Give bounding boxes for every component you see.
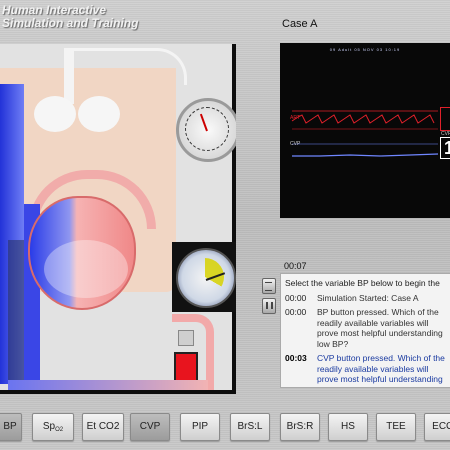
breathing-tube: [74, 48, 187, 85]
hs-button-label: HS: [341, 421, 355, 432]
right-lung[interactable]: [78, 96, 120, 132]
log-entry-text: BP button pressed. Which of the readily …: [317, 307, 443, 349]
app-title: Human Interactive Simulation and Trainin…: [2, 4, 138, 30]
tee-button[interactable]: TEE: [376, 413, 416, 441]
log-entry: 00:00 BP button pressed. Which of the re…: [281, 305, 450, 351]
cvp-button-label: CVP: [139, 421, 161, 432]
brsr-button-label: BrS:R: [286, 421, 314, 432]
brsr-button[interactable]: BrS:R: [280, 413, 320, 441]
bp-button[interactable]: BP: [0, 413, 22, 441]
etco2-button-label: Et CO2: [86, 421, 120, 432]
pip-button-label: PIP: [191, 421, 209, 432]
systemic-circulation: [8, 380, 208, 390]
log-entry-highlighted: 00:03 CVP button pressed. Which of the r…: [281, 351, 450, 387]
cvp-label: CVP: [290, 141, 301, 147]
left-lung[interactable]: [34, 96, 76, 132]
tee-button-label: TEE: [386, 421, 406, 432]
case-title: Case A: [282, 18, 318, 30]
spo2-button-sub: O2: [55, 427, 64, 433]
simulation-panel: [0, 44, 236, 394]
ecg-button-label: ECG: [432, 421, 450, 432]
volume-gauge-icon[interactable]: [176, 248, 236, 308]
cvp-value: 13: [444, 138, 450, 158]
brsl-button[interactable]: BrS:L: [230, 413, 270, 441]
pressure-gauge-icon[interactable]: [176, 98, 236, 162]
pause-icon[interactable]: [262, 298, 276, 314]
log-intro: Select the variable BP below to begin th…: [285, 278, 440, 288]
art-value-box: [440, 107, 450, 131]
trachea: [64, 48, 74, 104]
cvp-button[interactable]: CVP: [130, 413, 170, 441]
log-entry-time: 00:00: [285, 307, 307, 317]
log-entry-time: 00:03: [285, 353, 307, 363]
elapsed-time: 00:07: [284, 261, 307, 271]
pip-button[interactable]: PIP: [180, 413, 220, 441]
log-entry-time: 00:00: [285, 292, 307, 303]
spo2-button[interactable]: SpO2: [32, 413, 74, 441]
event-log[interactable]: Select the variable BP below to begin th…: [280, 273, 450, 388]
art-waveform: [291, 114, 435, 124]
ecg-button[interactable]: ECG: [424, 413, 450, 441]
spo2-button-label: Sp: [42, 421, 56, 432]
cvp-waveform: [292, 153, 439, 157]
etco2-button[interactable]: Et CO2: [82, 413, 124, 441]
hs-button[interactable]: HS: [328, 413, 368, 441]
log-entry-text: CVP button pressed. Which of the readily…: [317, 353, 445, 387]
log-entry: 00:00 Simulation Started: Case A: [281, 291, 450, 306]
heart-highlight: [44, 240, 128, 298]
notes-icon[interactable]: [262, 278, 276, 294]
art-label: ART: [290, 115, 300, 121]
bp-button-label: BP: [3, 421, 17, 432]
brsl-button-label: BrS:L: [237, 421, 263, 432]
line-valve[interactable]: [178, 330, 194, 346]
simulation-canvas: [0, 44, 232, 390]
app-title-line2: Simulation and Training: [2, 16, 139, 30]
log-entry-text: Simulation Started: Case A: [317, 292, 419, 303]
monitor-waveforms: [291, 110, 439, 157]
patient-monitor: 09 Adult 05 NOV 03 10:19 ART CVP CVP 13: [280, 43, 450, 218]
